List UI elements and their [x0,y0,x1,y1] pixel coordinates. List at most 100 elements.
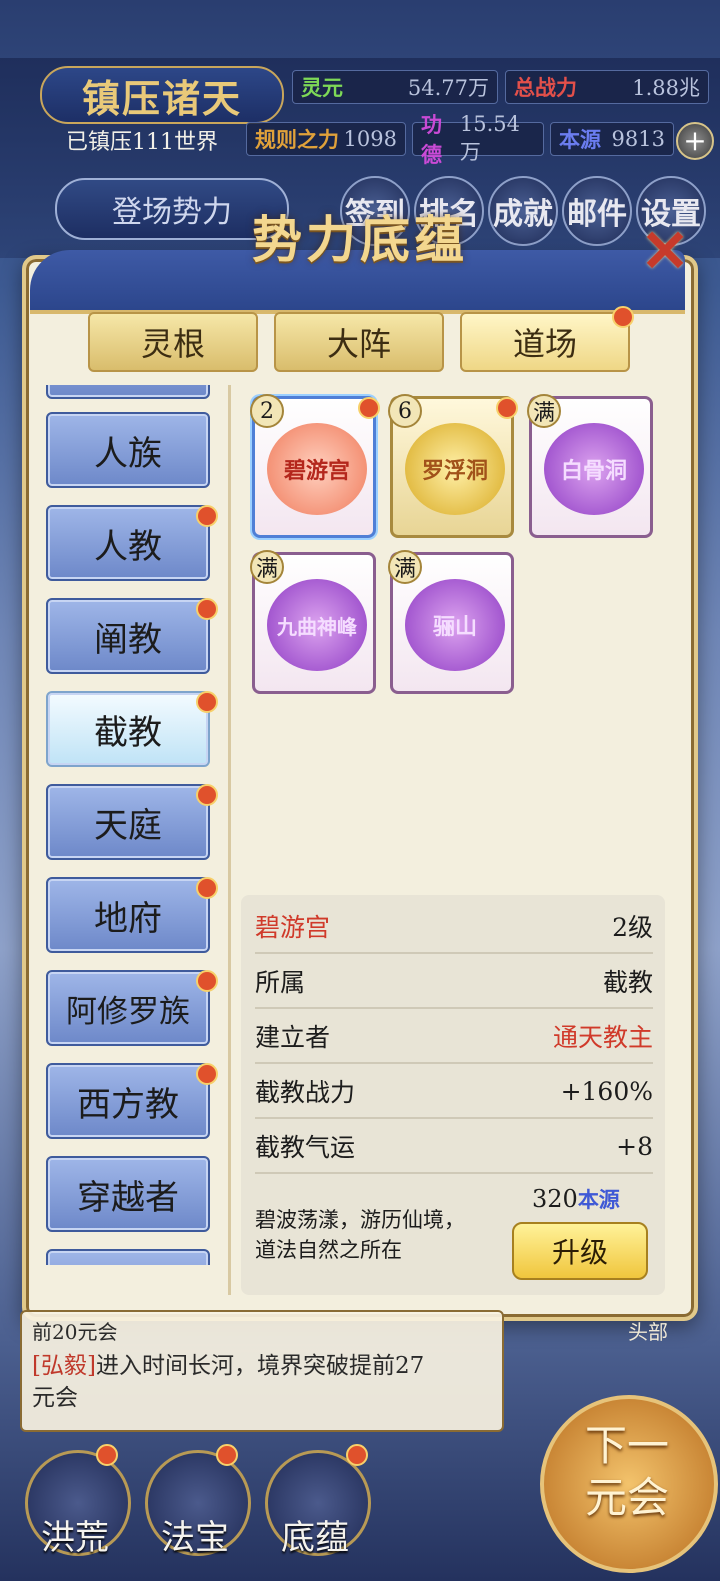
stat-rule-power: 规则之力 1098 [246,122,406,156]
level-badge: 2 [250,394,284,428]
dojo-emblem: 骊山 [405,579,505,671]
detail-value: +8 [616,1131,653,1161]
detail-header-row: 碧游宫 2级 [255,900,653,954]
mail-button[interactable]: 邮件 [562,176,632,246]
treasure-button[interactable]: 法宝 [140,1450,251,1570]
add-resource-button[interactable]: + [676,122,714,160]
notification-dot [196,691,218,713]
faction-label: 地府 [94,898,162,939]
bottom-button-label: 底蕴 [281,1518,349,1558]
dojo-emblem: 白骨洞 [544,423,644,515]
faction-label: 天庭 [94,805,162,846]
tab-spirit-root[interactable]: 灵根 [88,312,258,372]
level-badge: 满 [250,550,284,584]
next-era-label: 下一 元会 [552,1420,702,1524]
dojo-emblem: 碧游宫 [267,423,367,515]
stat-total-power: 总战力 1.88兆 [505,70,709,104]
dojo-description: 碧波荡漾，游历仙境， 道法自然之所在 [255,1205,505,1265]
faction-item[interactable]: 人族 [46,412,210,488]
cost-unit: 本源 [577,1187,620,1212]
detail-label: 截教战力 [255,1078,356,1107]
notification-dot [358,397,380,419]
stat-value: 9813 [611,127,665,151]
detail-row: 截教气运 +8 [255,1120,653,1174]
upgrade-button[interactable]: 升级 [512,1222,648,1280]
stat-label: 总战力 [514,75,577,100]
log-text: 元会 [32,1385,78,1411]
detail-value: +160% [560,1076,653,1106]
detail-name: 碧游宫 [255,913,331,942]
faction-label: 穿越者 [77,1177,179,1218]
notification-dot [196,970,218,992]
next-era-line: 下一 [584,1421,669,1470]
detail-row: 所属 截教 [255,955,653,1009]
faction-item[interactable]: 人教 [46,505,210,581]
faction-label: 西方教 [77,1084,179,1125]
notification-dot [196,598,218,620]
notification-dot [216,1444,238,1466]
stat-label: 本源 [559,127,601,152]
log-entry: [弘毅]进入时间长河，境界突破提前27 元会 [32,1350,492,1414]
panel-divider [228,385,231,1295]
faction-item[interactable]: 天庭 [46,784,210,860]
game-title: 镇压诸天 [40,66,284,124]
notification-dot [346,1444,368,1466]
notification-dot [496,397,518,419]
faction-item[interactable]: 西方教 [46,1063,210,1139]
notification-dot [96,1444,118,1466]
tab-dojo[interactable]: 道场 [460,312,630,372]
stat-source: 本源 9813 [550,122,674,156]
next-era-line: 元会 [584,1473,669,1522]
dojo-name: 骊山 [432,614,477,640]
detail-label: 所属 [255,968,306,997]
tab-label: 道场 [512,325,577,363]
detail-value: 通天教主 [552,1023,653,1052]
tab-label: 大阵 [326,325,391,363]
notification-dot [196,784,218,806]
dojo-name: 罗浮洞 [421,458,488,484]
detail-row: 截教战力 +160% [255,1065,653,1119]
faction-item[interactable]: 地府 [46,877,210,953]
faction-label: 人教 [94,526,162,567]
detail-value: 截教 [602,968,653,997]
stat-merit: 功德 15.54万 [412,112,544,167]
notification-dot [196,877,218,899]
faction-item-selected[interactable]: 截教 [46,691,210,767]
notification-dot [196,1063,218,1085]
stat-value: 15.54万 [459,112,521,164]
dojo-name: 九曲神峰 [277,614,357,639]
dojo-name: 碧游宫 [283,458,350,484]
level-badge: 满 [388,550,422,584]
foundation-button[interactable]: 底蕴 [260,1450,371,1570]
detail-label: 截教气运 [255,1133,356,1162]
description-line: 道法自然之所在 [255,1238,402,1262]
tab-formation[interactable]: 大阵 [274,312,444,372]
faction-item[interactable]: 穿越者 [46,1156,210,1232]
faction-item-partial[interactable] [46,1249,210,1265]
faction-item-partial[interactable] [46,385,210,399]
tab-label: 灵根 [140,325,205,363]
detail-label: 建立者 [255,1023,331,1052]
faction-item[interactable]: 阐教 [46,598,210,674]
level-badge: 6 [388,394,422,428]
bottom-button-label: 洪荒 [41,1518,109,1558]
upgrade-cost: 320本源 [532,1184,620,1214]
cost-amount: 320 [532,1185,578,1213]
notification-dot [196,505,218,527]
faction-list[interactable]: 人族 人教 阐教 截教 天庭 地府 阿修罗族 西方教 穿越者 [38,385,228,1265]
stat-label: 灵元 [301,75,343,100]
dojo-emblem: 罗浮洞 [405,423,505,515]
log-name: [弘毅] [32,1353,96,1379]
faction-label: 阐教 [94,619,162,660]
stat-lingyuan: 灵元 54.77万 [292,70,498,104]
nav-label: 邮件 [567,197,627,232]
dojo-name: 白骨洞 [560,458,627,484]
dojo-emblem: 九曲神峰 [267,579,367,671]
primordial-button[interactable]: 洪荒 [20,1450,131,1570]
stat-value: 54.77万 [407,76,489,100]
description-line: 碧波荡漾，游历仙境， [255,1208,465,1232]
level-badge: 满 [527,394,561,428]
stat-value: 1.88兆 [632,76,700,100]
close-icon[interactable]: ✕ [640,222,690,280]
faction-item[interactable]: 阿修罗族 [46,970,210,1046]
